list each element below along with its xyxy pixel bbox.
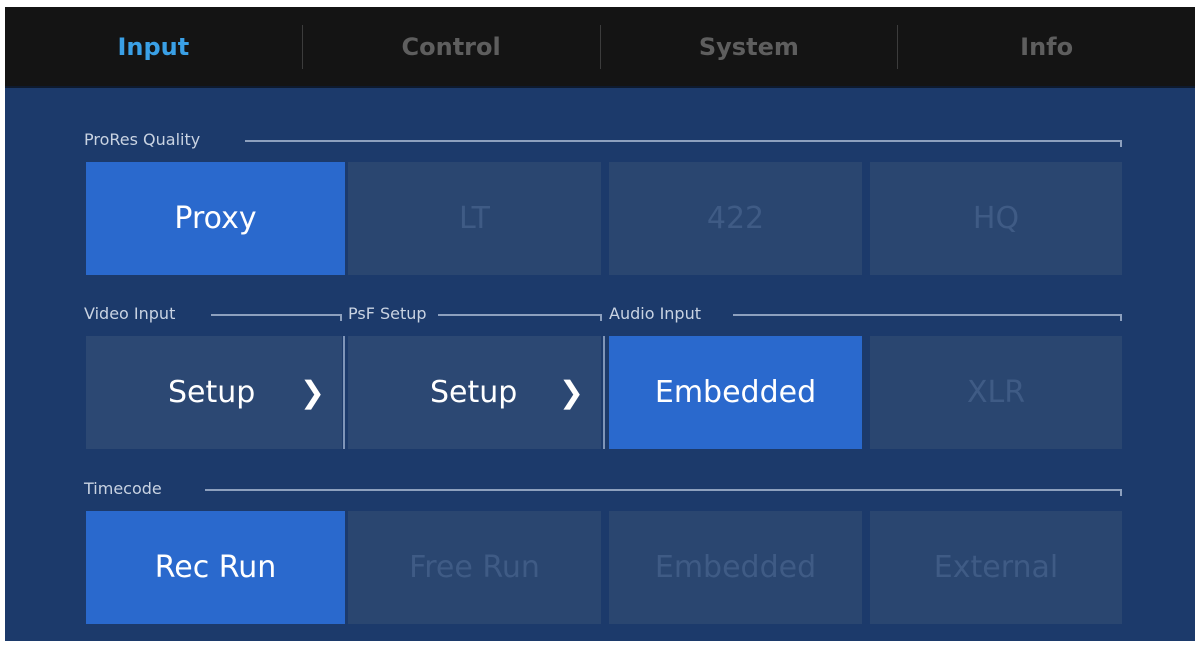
timecode-embedded-button[interactable]: Embedded (609, 511, 862, 624)
audio-embedded-button[interactable]: Embedded (609, 336, 862, 449)
video-input-label: Video Input (84, 304, 176, 323)
input-settings-screen: Input Control System Info ProRes Quality… (5, 7, 1195, 641)
psf-setup-button[interactable]: Setup ❯ (348, 336, 601, 449)
section-rule-tick (1120, 314, 1122, 321)
section-rule (245, 140, 1122, 142)
tab-info[interactable]: Info (898, 7, 1195, 86)
video-input-setup-label: Setup (168, 375, 256, 410)
prores-422-button[interactable]: 422 (609, 162, 862, 275)
section-rule (733, 314, 1122, 316)
timecode-free-run-button[interactable]: Free Run (348, 511, 601, 624)
chevron-right-icon: ❯ (299, 375, 325, 410)
psf-setup-button-label: Setup (430, 375, 518, 410)
chevron-right-icon: ❯ (558, 375, 584, 410)
section-rule-tick (600, 314, 602, 321)
timecode-external-button[interactable]: External (870, 511, 1122, 624)
section-rule (211, 314, 342, 316)
separator (603, 336, 605, 449)
section-rule (205, 489, 1122, 491)
prores-hq-button[interactable]: HQ (870, 162, 1122, 275)
timecode-label: Timecode (84, 479, 162, 498)
prores-proxy-button[interactable]: Proxy (86, 162, 345, 275)
audio-input-label: Audio Input (609, 304, 701, 323)
prores-lt-button[interactable]: LT (348, 162, 601, 275)
timecode-rec-run-button[interactable]: Rec Run (86, 511, 345, 624)
video-input-setup-button[interactable]: Setup ❯ (86, 336, 342, 449)
separator (343, 336, 345, 449)
tab-system[interactable]: System (601, 7, 898, 86)
audio-xlr-button[interactable]: XLR (870, 336, 1122, 449)
prores-quality-label: ProRes Quality (84, 130, 201, 149)
tab-bar: Input Control System Info (5, 7, 1195, 88)
tab-control[interactable]: Control (303, 7, 600, 86)
tab-input[interactable]: Input (5, 7, 302, 86)
psf-setup-label: PsF Setup (348, 304, 427, 323)
section-rule-tick (1120, 140, 1122, 147)
section-rule-tick (1120, 489, 1122, 496)
section-rule-tick (340, 314, 342, 321)
section-rule (438, 314, 601, 316)
